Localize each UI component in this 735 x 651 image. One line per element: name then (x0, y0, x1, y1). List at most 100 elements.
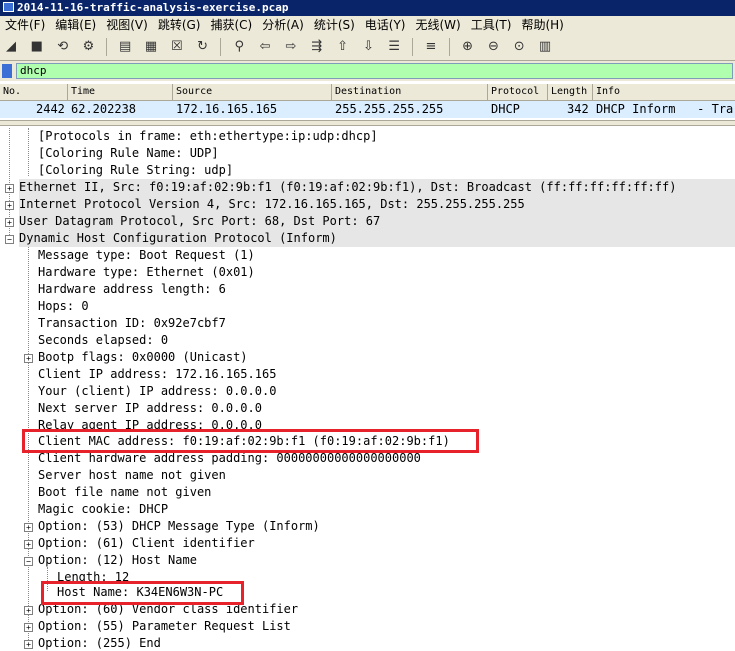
packet-time: 62.202238 (71, 102, 137, 116)
tree-item-magic-cookie[interactable]: Magic cookie: DHCP (38, 501, 168, 518)
tree-item-your-ip[interactable]: Your (client) IP address: 0.0.0.0 (38, 383, 276, 400)
menu-bar: 文件(F) 编辑(E) 视图(V) 跳转(G) 捕获(C) 分析(A) 统计(S) 电话(Y)… (0, 16, 735, 34)
go-back-icon[interactable]: ⇦ (255, 37, 275, 57)
menu-view[interactable]: 视图(V) (101, 16, 153, 34)
menu-go[interactable]: 跳转(G) (153, 16, 206, 34)
reload-icon[interactable]: ↻ (193, 37, 213, 57)
shark-fin-start-icon[interactable]: ◢ (1, 37, 21, 57)
menu-file[interactable]: 文件(F) (0, 16, 50, 34)
packet-details-tree: [Protocols in frame: eth:ethertype:ip:ud… (0, 128, 735, 651)
expand-plus-icon[interactable]: + (5, 218, 14, 227)
stop-icon[interactable]: ■ (27, 37, 47, 57)
packet-list-header: No. Time Source Destination Protocol Len… (0, 84, 735, 101)
tree-item-hw-address-length[interactable]: Hardware address length: 6 (38, 281, 226, 298)
column-header-length[interactable]: Length (548, 84, 593, 100)
save-file-icon[interactable]: ▦ (141, 37, 161, 57)
expand-plus-icon[interactable]: + (24, 623, 33, 632)
collapse-minus-icon[interactable]: − (24, 557, 33, 566)
open-folder-icon[interactable]: ▤ (115, 37, 135, 57)
packet-protocol: DHCP (491, 102, 520, 116)
menu-wireless[interactable]: 无线(W) (411, 16, 466, 34)
toolbar-separator (106, 38, 108, 56)
packet-no: 2442 (36, 102, 65, 116)
tree-item-option-61[interactable]: Option: (61) Client identifier (38, 535, 255, 552)
window-title: 2014-11-16-traffic-analysis-exercise.pca… (17, 1, 289, 14)
packet-length: 342 (567, 102, 589, 116)
column-header-source[interactable]: Source (173, 84, 332, 100)
options-gear-icon[interactable]: ⚙ (78, 37, 98, 57)
highlight-box-host-name (41, 581, 244, 605)
find-packet-icon[interactable]: ⚲ (229, 37, 249, 57)
column-header-time[interactable]: Time (68, 84, 173, 100)
packet-source: 172.16.165.165 (176, 102, 278, 116)
column-header-info[interactable]: Info (593, 84, 735, 100)
menu-edit[interactable]: 编辑(E) (50, 16, 101, 34)
tree-item-coloring-rule-string[interactable]: [Coloring Rule String: udp] (38, 162, 233, 179)
tree-item-option-53[interactable]: Option: (53) DHCP Message Type (Inform) (38, 518, 320, 535)
packet-destination: 255.255.255.255 (335, 102, 444, 116)
tree-item-length[interactable]: Length: 12 (57, 569, 129, 581)
tree-item-bootp-flags[interactable]: Bootp flags: 0x0000 (Unicast) (38, 349, 248, 366)
go-to-packet-icon[interactable]: ⇶ (307, 37, 327, 57)
tree-item-hardware-type[interactable]: Hardware type: Ethernet (0x01) (38, 264, 255, 281)
expand-plus-icon[interactable]: + (24, 640, 33, 649)
display-filter-input[interactable]: dhcp (16, 63, 733, 79)
tree-item-option-255[interactable]: Option: (255) End (38, 635, 161, 651)
menu-analyze[interactable]: 分析(A) (257, 16, 309, 34)
expand-plus-icon[interactable]: + (24, 540, 33, 549)
packet-info: DHCP Inform - Tra (596, 102, 734, 116)
tree-item-coloring-rule-name[interactable]: [Coloring Rule Name: UDP] (38, 145, 219, 162)
colorize-icon[interactable]: ≡ (421, 37, 441, 57)
expand-plus-icon[interactable]: + (24, 354, 33, 363)
tree-item-next-server-ip[interactable]: Next server IP address: 0.0.0.0 (38, 400, 262, 417)
collapse-minus-icon[interactable]: − (5, 235, 14, 244)
packet-row[interactable]: 2442 62.202238 172.16.165.165 255.255.25… (0, 101, 735, 118)
menu-tools[interactable]: 工具(T) (466, 16, 517, 34)
tree-item-protocols-in-frame[interactable]: [Protocols in frame: eth:ethertype:ip:ud… (38, 128, 378, 145)
tree-item-udp[interactable]: User Datagram Protocol, Src Port: 68, Ds… (19, 213, 735, 230)
toolbar-separator (220, 38, 222, 56)
tree-item-client-ip[interactable]: Client IP address: 172.16.165.165 (38, 366, 276, 383)
highlight-box-client-mac (22, 429, 479, 453)
tree-item-hops[interactable]: Hops: 0 (38, 298, 89, 315)
tree-item-ethernet[interactable]: Ethernet II, Src: f0:19:af:02:9b:f1 (f0:… (19, 179, 735, 196)
go-forward-icon[interactable]: ⇨ (281, 37, 301, 57)
tree-guide-line (28, 128, 29, 176)
expand-plus-icon[interactable]: + (24, 606, 33, 615)
column-header-protocol[interactable]: Protocol (488, 84, 548, 100)
main-toolbar: ◢ ■ ⟲ ⚙ ▤ ▦ ☒ ↻ ⚲ ⇦ ⇨ ⇶ ⇧ ⇩ ☰ ≡ ⊕ ⊖ ⊙ ▥ (0, 34, 735, 61)
tree-item-ipv4[interactable]: Internet Protocol Version 4, Src: 172.16… (19, 196, 735, 213)
tree-item-option-12[interactable]: Option: (12) Host Name (38, 552, 197, 569)
column-header-no[interactable]: No. (0, 84, 68, 100)
wireshark-app-icon (3, 2, 14, 12)
tree-item-option-55[interactable]: Option: (55) Parameter Request List (38, 618, 291, 635)
pane-splitter[interactable] (0, 120, 735, 126)
toolbar-separator (448, 38, 450, 56)
auto-scroll-icon[interactable]: ☰ (384, 37, 404, 57)
title-bar: 2014-11-16-traffic-analysis-exercise.pca… (0, 0, 735, 16)
go-last-icon[interactable]: ⇩ (358, 37, 378, 57)
menu-capture[interactable]: 捕获(C) (205, 16, 257, 34)
zoom-out-icon[interactable]: ⊖ (483, 37, 503, 57)
tree-item-boot-file-name[interactable]: Boot file name not given (38, 484, 211, 501)
expand-plus-icon[interactable]: + (5, 184, 14, 193)
close-file-icon[interactable]: ☒ (167, 37, 187, 57)
go-first-icon[interactable]: ⇧ (333, 37, 353, 57)
tree-item-relay-agent-ip[interactable]: Relay agent IP address: 0.0.0.0 (38, 417, 262, 429)
menu-telephony[interactable]: 电话(Y) (360, 16, 411, 34)
expand-plus-icon[interactable]: + (24, 523, 33, 532)
tree-item-server-host-name[interactable]: Server host name not given (38, 467, 226, 484)
normal-size-icon[interactable]: ⊙ (509, 37, 529, 57)
tree-item-transaction-id[interactable]: Transaction ID: 0x92e7cbf7 (38, 315, 226, 332)
tree-item-message-type[interactable]: Message type: Boot Request (1) (38, 247, 255, 264)
tree-item-seconds-elapsed[interactable]: Seconds elapsed: 0 (38, 332, 168, 349)
column-header-destination[interactable]: Destination (332, 84, 488, 100)
bookmark-filter-icon[interactable] (2, 64, 12, 78)
resize-columns-icon[interactable]: ▥ (535, 37, 555, 57)
menu-help[interactable]: 帮助(H) (516, 16, 568, 34)
restart-icon[interactable]: ⟲ (53, 37, 73, 57)
zoom-in-icon[interactable]: ⊕ (458, 37, 478, 57)
menu-statistics[interactable]: 统计(S) (309, 16, 360, 34)
expand-plus-icon[interactable]: + (5, 201, 14, 210)
tree-item-dhcp[interactable]: Dynamic Host Configuration Protocol (Inf… (19, 230, 735, 247)
